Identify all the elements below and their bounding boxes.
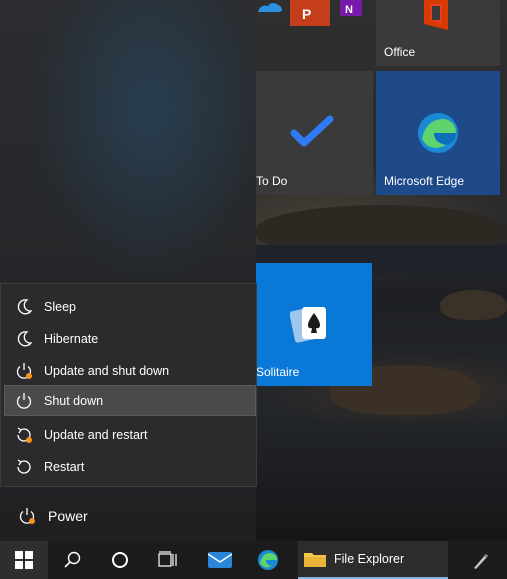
power-menu-item-sleep[interactable]: Sleep	[4, 291, 256, 322]
power-update-icon	[16, 362, 32, 379]
onedrive-icon	[258, 3, 282, 12]
tile-solitaire[interactable]: Solitaire	[256, 263, 372, 386]
power-menu-label: Sleep	[44, 299, 76, 314]
powerpoint-icon: P	[290, 0, 330, 26]
restart-update-icon	[17, 426, 32, 443]
svg-text:N: N	[345, 4, 353, 16]
windows-logo-icon	[15, 551, 33, 569]
search-icon	[64, 551, 81, 568]
power-menu-label: Restart	[44, 459, 85, 474]
edge-icon	[418, 113, 458, 153]
power-icon	[16, 392, 32, 409]
power-menu-item-update-and-shut-down[interactable]: Update and shut down	[4, 355, 256, 386]
tile-partial-powerpoint[interactable]: P	[290, 0, 330, 26]
power-menu-label: Update and shut down	[44, 363, 170, 378]
folder-icon	[304, 553, 326, 567]
power-menu: Sleep Hibernate Update and shut down Shu…	[0, 283, 257, 487]
taskbar: File Explorer	[0, 541, 507, 579]
file-explorer-taskbar-button[interactable]: File Explorer	[298, 541, 448, 579]
restart-icon	[17, 458, 31, 474]
power-menu-item-shut-down[interactable]: Shut down	[4, 385, 256, 416]
playing-cards-icon	[290, 307, 326, 343]
file-explorer-label: File Explorer	[334, 552, 405, 566]
checkmark-icon	[290, 115, 334, 147]
power-menu-label: Shut down	[44, 393, 104, 408]
tile-label: Microsoft Edge	[384, 174, 465, 188]
moon-icon	[17, 298, 33, 314]
tile-microsoft-edge[interactable]: Microsoft Edge	[376, 71, 500, 195]
power-menu-label: Hibernate	[44, 331, 99, 346]
task-view-icon	[158, 551, 177, 567]
power-menu-item-update-and-restart[interactable]: Update and restart	[4, 419, 256, 450]
pen-workspace-button[interactable]	[462, 541, 498, 579]
svg-text:P: P	[302, 6, 311, 22]
mail-button[interactable]	[200, 541, 240, 579]
onenote-icon: N	[340, 0, 362, 16]
cortana-button[interactable]	[102, 541, 138, 579]
tile-office[interactable]: Office	[376, 0, 500, 66]
start-button[interactable]	[0, 541, 48, 579]
power-menu-label: Update and restart	[44, 427, 148, 442]
tile-partial-onenote[interactable]: N	[340, 0, 362, 16]
office-icon	[424, 0, 448, 30]
power-menu-item-hibernate[interactable]: Hibernate	[4, 323, 256, 354]
power-button[interactable]: Power	[0, 500, 256, 532]
tile-label: To Do	[256, 174, 288, 188]
power-button-label: Power	[48, 508, 88, 524]
edge-taskbar-button[interactable]	[248, 541, 288, 579]
pen-icon	[474, 554, 488, 569]
task-view-button[interactable]	[150, 541, 186, 579]
tile-label: Solitaire	[256, 365, 300, 379]
mail-icon	[208, 552, 232, 568]
tile-partial-onedrive[interactable]	[256, 0, 284, 14]
power-update-icon	[19, 508, 35, 524]
tile-label: Office	[384, 45, 416, 59]
moon-icon	[17, 330, 33, 346]
edge-icon	[258, 550, 278, 570]
search-button[interactable]	[54, 541, 90, 579]
tile-todo[interactable]: To Do	[256, 71, 373, 195]
power-menu-item-restart[interactable]: Restart	[4, 451, 256, 482]
cortana-icon	[112, 552, 128, 568]
